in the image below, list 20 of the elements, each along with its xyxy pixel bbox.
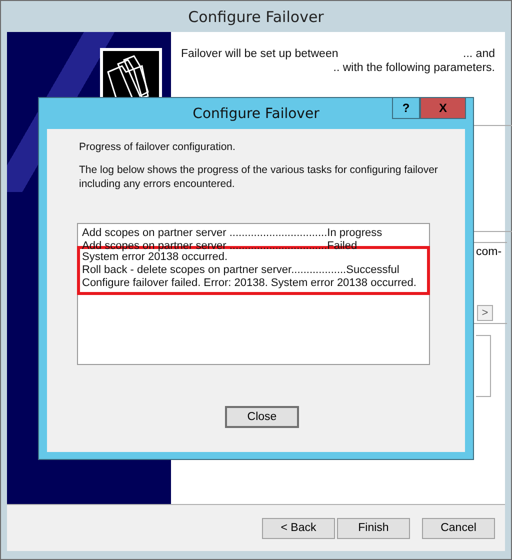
description-text: The log below shows the progress of the various tasks for configuring failover including any errors encountered. [79, 163, 439, 191]
heading-text: Progress of failover configuration. [79, 141, 236, 153]
dialog-title: Configure Failover [192, 106, 320, 122]
partial-text: com- [476, 246, 502, 258]
intro-text: .. with the following parameters. [333, 61, 495, 75]
help-button[interactable]: ? [392, 98, 420, 119]
log-line: Configure failover failed. Error: 20138. System error 20138 occurred. [82, 277, 418, 290]
close-button[interactable]: Close [225, 406, 299, 428]
intro-text: Failover will be set up between [181, 47, 338, 61]
close-button[interactable]: X [420, 98, 466, 119]
wizard-button[interactable]: Finish [337, 518, 410, 538]
log-line: Add scopes on partner server ................................In progress [82, 227, 384, 240]
window-title: Configure Failover [188, 8, 324, 26]
log-line: Roll back - delete scopes on partner server..................Successful [82, 264, 400, 277]
intro-text: ... and [463, 47, 495, 61]
wizard-button[interactable]: Cancel [422, 518, 495, 538]
scroll-right-button[interactable]: > [477, 305, 493, 321]
panel-box [476, 335, 491, 397]
wizard-button[interactable]: < Back [262, 518, 335, 538]
log-line: System error 20138 occurred. [82, 251, 229, 264]
